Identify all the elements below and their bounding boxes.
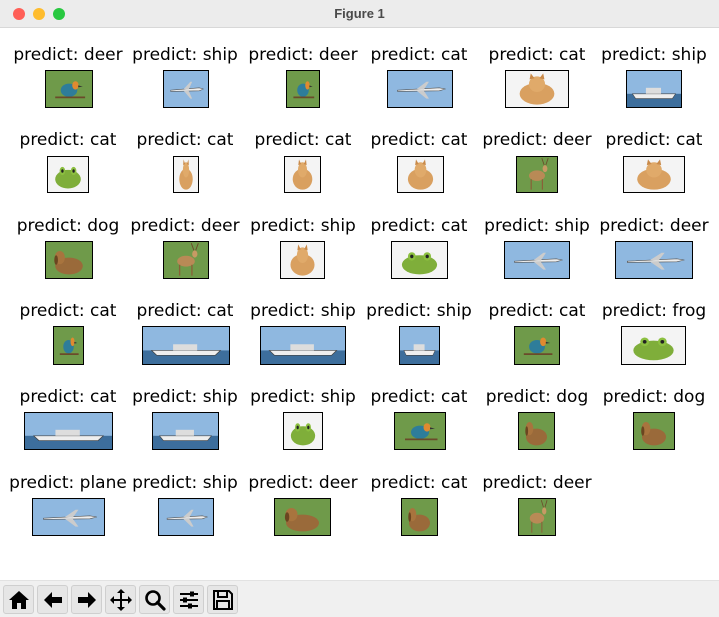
toolbar (0, 580, 719, 617)
subplot-title: predict: deer (482, 130, 592, 150)
zoom-icon (144, 589, 166, 611)
subplot-title: predict: cat (370, 387, 468, 407)
subplot-title: predict: cat (370, 473, 468, 493)
subplot-title: predict: cat (136, 130, 234, 150)
subplot-title: predict: deer (248, 45, 358, 65)
subplot-image (518, 498, 556, 536)
subplot-image (24, 412, 113, 450)
back-button[interactable] (37, 585, 68, 614)
figure-canvas[interactable]: predict: deer predict: ship predict: deer p… (0, 28, 719, 580)
subplot-image (615, 241, 693, 279)
forward-button[interactable] (71, 585, 102, 614)
subplot-title: predict: ship (250, 216, 356, 236)
titlebar: Figure 1 (0, 0, 719, 28)
subplot-image (518, 412, 555, 450)
subplot-image (401, 498, 438, 536)
subplot-image (633, 412, 675, 450)
subplot-image (399, 326, 440, 365)
subplot-image (394, 412, 446, 450)
pan-button[interactable] (105, 585, 136, 614)
subplot-image (47, 156, 89, 193)
subplot-image (284, 156, 321, 193)
subplot-image (142, 326, 230, 365)
subplot-image (173, 156, 199, 193)
subplot-image (152, 412, 219, 450)
subplot-title: predict: cat (254, 130, 352, 150)
subplot-title: predict: ship (366, 301, 472, 321)
subplot-title: predict: ship (132, 45, 238, 65)
subplot-image (163, 70, 209, 108)
subplot-title: predict: cat (370, 45, 468, 65)
subplot-image (397, 156, 444, 193)
subplot-image (621, 326, 686, 365)
subplot-title: predict: dog (16, 216, 120, 236)
subplot-title: predict: ship (250, 387, 356, 407)
save-icon (212, 589, 233, 610)
subplot-image (286, 70, 320, 108)
subplot-title: predict: cat (488, 301, 586, 321)
subplot-image (163, 241, 209, 279)
subplot-image (32, 498, 105, 536)
subplot-title: predict: ship (250, 301, 356, 321)
subplot-title: predict: dog (602, 387, 706, 407)
subplot-title: predict: cat (19, 301, 117, 321)
subplot-title: predict: frog (601, 301, 707, 321)
subplot-image (280, 241, 325, 279)
subplot-image (623, 156, 685, 193)
subplot-title: predict: cat (370, 130, 468, 150)
subplot-title: predict: deer (130, 216, 240, 236)
subplot-image (387, 70, 453, 108)
subplot-image (45, 241, 93, 279)
back-arrow-icon (43, 591, 62, 608)
subplot-image (274, 498, 331, 536)
subplot-title: predict: deer (248, 473, 358, 493)
configure-subplots-icon (179, 591, 198, 608)
subplot-image (45, 70, 93, 108)
forward-arrow-icon (77, 591, 96, 608)
subplot-title: predict: cat (605, 130, 703, 150)
subplot-title: predict: plane (9, 473, 127, 493)
subplot-image (516, 156, 558, 193)
configure-subplots-button[interactable] (173, 585, 204, 614)
subplot-image (505, 70, 569, 108)
subplot-image (514, 326, 560, 365)
save-button[interactable] (207, 585, 238, 614)
subplot-title: predict: cat (488, 45, 586, 65)
subplot-title: predict: cat (136, 301, 234, 321)
subplot-title: predict: cat (19, 387, 117, 407)
subplot-title: predict: cat (370, 216, 468, 236)
subplot-image (260, 326, 346, 365)
subplot-title: predict: deer (599, 216, 709, 236)
subplot-image (391, 241, 448, 279)
window-title: Figure 1 (334, 6, 385, 21)
subplot-title: predict: deer (482, 473, 592, 493)
zoom-button[interactable] (139, 585, 170, 614)
subplot-title: predict: ship (601, 45, 707, 65)
pan-icon (109, 588, 132, 611)
subplot-image (53, 326, 84, 365)
subplot-image (158, 498, 214, 536)
subplot-image (283, 412, 323, 450)
subplot-title: predict: ship (484, 216, 590, 236)
subplot-title: predict: cat (19, 130, 117, 150)
subplot-image (504, 241, 570, 279)
subplot-title: predict: ship (132, 387, 238, 407)
subplot-title: predict: deer (13, 45, 123, 65)
home-button[interactable] (3, 585, 34, 614)
subplot-title: predict: ship (132, 473, 238, 493)
home-icon (8, 590, 29, 609)
subplot-image (626, 70, 682, 108)
subplot-title: predict: dog (485, 387, 589, 407)
